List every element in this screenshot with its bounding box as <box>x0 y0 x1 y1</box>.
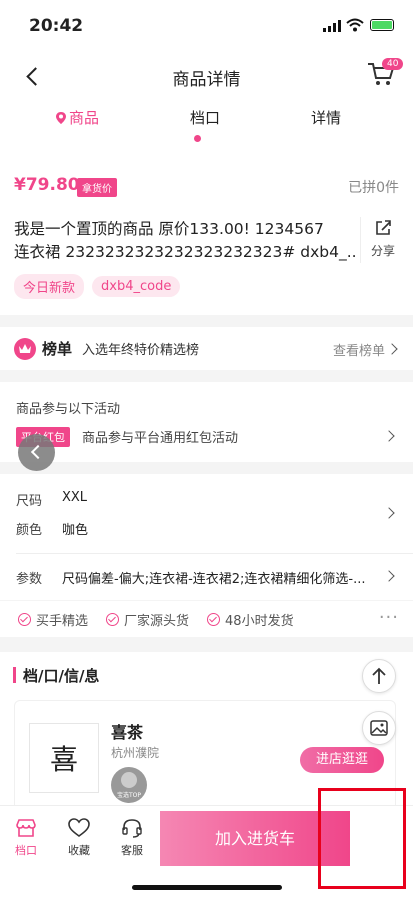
size-label: 尺码 <box>16 494 43 509</box>
activity-chevron-icon <box>383 430 395 442</box>
shop-location: 杭州濮院 <box>111 746 160 760</box>
cart-count-badge: 40 <box>382 58 404 70</box>
title-line-2: 连衣裙 2323232323232323232323# dxb4_... <box>14 243 356 261</box>
location-icon <box>56 111 66 124</box>
share-button[interactable]: 分享 <box>360 217 405 263</box>
activity-title: 商品参与以下活动 <box>16 402 121 417</box>
share-icon <box>376 220 391 235</box>
tab-active-dot <box>194 135 201 142</box>
check-icon <box>18 612 31 626</box>
guarantee-3: 48小时发货 <box>225 613 294 629</box>
product-title: 我是一个置顶的商品 原价133.00! 1234567 连衣裙 23232323… <box>14 218 356 264</box>
shop-top-badge-text: 宝选TOP <box>116 792 141 799</box>
enter-shop-button[interactable]: 进店逛逛 <box>300 747 384 773</box>
floating-back-icon <box>30 444 46 460</box>
annotation-box <box>318 788 406 889</box>
shop-logo: 喜 <box>29 723 99 793</box>
bottom-service-button[interactable]: 客服 <box>114 818 150 858</box>
ranking-label: 榜单 <box>42 340 73 358</box>
guarantee-2: 厂家源头货 <box>124 613 190 629</box>
headset-icon <box>122 819 142 838</box>
floating-back-button[interactable] <box>18 434 55 471</box>
bottom-stall-label: 档口 <box>15 844 37 857</box>
color-value: 咖色 <box>62 523 89 538</box>
home-indicator <box>132 885 282 890</box>
product-info: ¥79.80 拿货价 已拼0件 我是一个置顶的商品 原价133.00! 1234… <box>0 165 413 315</box>
tab-goods-label: 商品 <box>69 109 100 127</box>
bottom-service-label: 客服 <box>121 844 143 857</box>
ranking-row[interactable]: 榜单 入选年终特价精选榜 查看榜单 <box>0 327 413 370</box>
color-label: 颜色 <box>16 523 43 538</box>
bottom-stall-button[interactable]: 档口 <box>8 818 44 858</box>
activity-section[interactable]: 商品参与以下活动 平台红包 商品参与平台通用红包活动 <box>0 382 413 462</box>
check-icon <box>106 612 120 626</box>
bottom-favorite-label: 收藏 <box>68 844 90 857</box>
ranking-chevron-icon <box>386 343 398 355</box>
tab-goods[interactable]: 商品 <box>55 107 99 128</box>
stall-icon <box>16 819 36 837</box>
price-badge: 拿货价 <box>77 178 117 197</box>
divider <box>16 553 413 554</box>
tab-stall[interactable]: 档口 <box>190 107 220 128</box>
specs-chevron-icon <box>383 507 395 519</box>
size-value: XXL <box>62 490 88 505</box>
guarantee-1: 买手精选 <box>36 613 89 629</box>
section-accent-bar <box>13 667 16 683</box>
bottom-favorite-button[interactable]: 收藏 <box>61 818 97 858</box>
nav-bar: 商品详情 40 商品 档口 详情 <box>0 50 413 165</box>
signal-icon <box>323 20 341 32</box>
heart-icon <box>68 818 90 837</box>
param-label: 参数 <box>16 572 43 587</box>
title-line-1: 我是一个置顶的商品 原价133.00! 1234567 <box>14 220 324 238</box>
activity-desc: 商品参与平台通用红包活动 <box>82 431 239 446</box>
arrow-up-icon <box>372 667 386 684</box>
crown-icon <box>14 337 36 360</box>
shop-top-badge: 宝选TOP <box>111 767 147 803</box>
more-icon[interactable]: ··· <box>379 607 399 628</box>
param-chevron-icon <box>383 570 395 582</box>
param-value: 尺码偏差-偏大;连衣裙-连衣裙2;连衣裙精细化筛选-... <box>62 572 366 587</box>
image-icon <box>370 720 388 736</box>
check-icon <box>207 612 221 626</box>
tag-code: dxb4_code <box>92 276 181 297</box>
ranking-link[interactable]: 查看榜单 <box>333 340 385 359</box>
cart-button[interactable]: 40 <box>366 58 404 90</box>
tab-detail[interactable]: 详情 <box>311 107 341 128</box>
specs-section[interactable]: 尺码 XXL 颜色 咖色 参数 尺码偏差-偏大;连衣裙-连衣裙2;连衣裙精细化筛… <box>0 474 413 600</box>
ranking-desc: 入选年终特价精选榜 <box>82 343 200 358</box>
sold-count: 已拼0件 <box>348 180 399 196</box>
share-label: 分享 <box>370 244 395 258</box>
battery-icon <box>370 19 394 31</box>
price-value: ¥79.80 <box>14 175 80 195</box>
image-button[interactable] <box>362 711 396 745</box>
scroll-top-button[interactable] <box>362 659 396 693</box>
shop-section-title: 档/口/信/息 <box>23 667 100 685</box>
tag-new: 今日新款 <box>14 274 85 299</box>
page-title: 商品详情 <box>172 70 241 90</box>
shop-name: 喜茶 <box>111 723 144 742</box>
guarantee-row[interactable]: 买手精选 厂家源头货 48小时发货 ··· <box>0 601 413 637</box>
shop-logo-char: 喜 <box>49 743 78 776</box>
product-tags: 今日新款 dxb4_code <box>14 274 181 299</box>
wifi-icon <box>346 18 364 32</box>
status-time: 20:42 <box>29 16 84 36</box>
status-bar: 20:42 <box>0 0 413 50</box>
